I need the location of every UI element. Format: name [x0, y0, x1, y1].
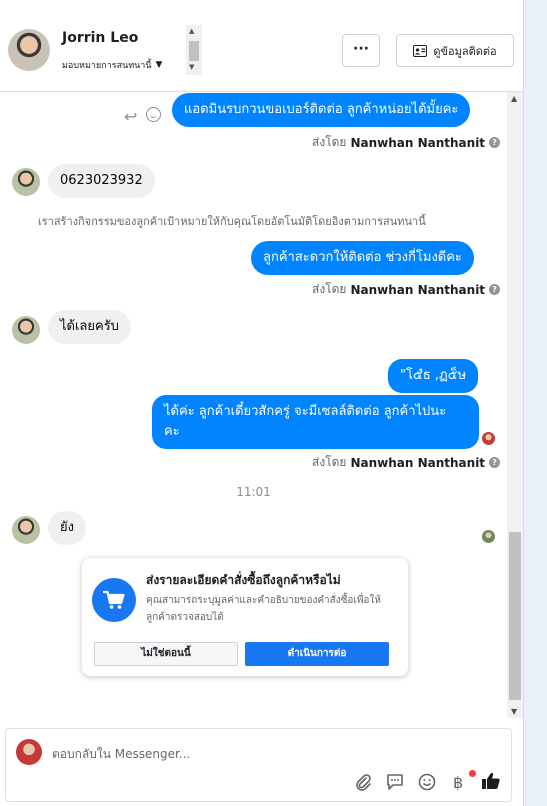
system-note: เราสร้างกิจกรรมของลูกค้าเป้าหมายให้กับคุ…	[38, 215, 426, 228]
view-contact-details-label: ดูข้อมูลติดต่อ	[433, 44, 497, 58]
assign-conversation-dropdown[interactable]: มอบหมายการสนทนานี้ ▼	[62, 58, 162, 72]
sender-name: Nanwhan Nanthanit	[350, 135, 486, 150]
assign-label: มอบหมายการสนทนานี้	[62, 61, 152, 71]
side-panel-edge	[523, 0, 547, 806]
conversation-scrollbar[interactable]: ▲ ▼	[507, 92, 523, 718]
more-options-button[interactable]: ···	[342, 34, 380, 67]
incoming-message[interactable]: ยัง	[48, 511, 86, 545]
notification-dot	[469, 770, 476, 777]
message-line: คะ	[164, 424, 180, 439]
outgoing-message[interactable]: ลูกค้าสะดวกให้ติดต่อ ช่วงกี่โมงดีคะ	[251, 241, 474, 275]
outgoing-message[interactable]: "โ๕ํธ ,ฏ๕็ษ	[388, 359, 479, 393]
header-mini-scrollbar[interactable]: ▲ ▼	[186, 25, 202, 75]
emoji-icon[interactable]	[418, 773, 436, 791]
contact-card-icon	[413, 44, 428, 57]
scroll-up-arrow-icon[interactable]: ▲	[511, 94, 517, 103]
like-icon[interactable]	[481, 771, 501, 791]
help-icon[interactable]: ?	[489, 137, 501, 148]
sender-name: Nanwhan Nanthanit	[350, 282, 486, 297]
outgoing-message[interactable]: แอดมินรบกวนขอเบอร์ติดต่อ ลูกค้าหน่อยได้ม…	[172, 93, 471, 127]
view-contact-details-button[interactable]: ดูข้อมูลติดต่อ	[396, 34, 514, 67]
not-now-button[interactable]: ไม่ใช่ตอนนี้	[94, 642, 238, 666]
scroll-down-arrow-icon[interactable]: ▼	[189, 63, 194, 71]
smile-icon[interactable]	[146, 107, 161, 122]
continue-button[interactable]: ดำเนินการต่อ	[245, 642, 389, 666]
order-prompt-description: คุณสามารถระบุมูลค่าและคำอธิบายของคำสั่งซ…	[146, 595, 381, 623]
sender-name: Nanwhan Nanthanit	[350, 455, 486, 470]
conversation-header: Jorrin Leo มอบหมายการสนทนานี้ ▼ ▲ ▼ ··· …	[0, 0, 523, 92]
message-composer: ตอบกลับใน Messenger... ฿	[5, 728, 512, 802]
page-avatar	[16, 739, 42, 765]
baht-payment-icon[interactable]: ฿	[453, 773, 463, 792]
caret-down-icon: ▼	[155, 60, 163, 70]
outgoing-message[interactable]: ได้ค่ะ ลูกค้าเดี๋ยวสักครู่ จะมีเซลล์ติดต…	[152, 395, 479, 449]
reply-input[interactable]: ตอบกลับใน Messenger...	[52, 745, 190, 764]
help-icon[interactable]: ?	[489, 457, 501, 468]
contact-name[interactable]: Jorrin Leo	[62, 30, 138, 46]
cart-icon	[92, 578, 136, 622]
scrollbar-thumb[interactable]	[509, 532, 521, 700]
contact-avatar	[12, 316, 40, 344]
scrollbar-thumb[interactable]	[189, 41, 199, 61]
sent-by-prefix: ส่งโดย	[312, 135, 347, 149]
message-line: ได้ค่ะ ลูกค้าเดี๋ยวสักครู่ จะมีเซลล์ติดต…	[164, 404, 447, 419]
sticker-icon[interactable]	[386, 773, 404, 791]
help-icon[interactable]: ?	[489, 284, 501, 295]
incoming-message[interactable]: ได้เลยครับ	[48, 310, 131, 344]
attach-icon[interactable]	[354, 773, 372, 791]
order-prompt-title: ส่งรายละเอียดคำสั่งซื้อถึงลูกค้าหรือไม่	[146, 573, 341, 587]
scroll-up-arrow-icon[interactable]: ▲	[189, 27, 194, 35]
reply-icon[interactable]: ↩	[124, 107, 137, 126]
seen-avatar	[482, 432, 495, 445]
seen-avatar	[482, 530, 495, 543]
sent-by-label: ส่งโดย Nanwhan Nanthanit ?	[312, 280, 501, 299]
order-details-prompt: ส่งรายละเอียดคำสั่งซื้อถึงลูกค้าหรือไม่ …	[82, 558, 408, 676]
timestamp-separator: 11:01	[236, 485, 271, 499]
sent-by-label: ส่งโดย Nanwhan Nanthanit ?	[312, 453, 501, 472]
contact-avatar	[12, 168, 40, 196]
sent-by-prefix: ส่งโดย	[312, 282, 347, 296]
sent-by-prefix: ส่งโดย	[312, 455, 347, 469]
scroll-down-arrow-icon[interactable]: ▼	[511, 707, 517, 716]
sent-by-label: ส่งโดย Nanwhan Nanthanit ?	[312, 133, 501, 152]
contact-avatar	[12, 516, 40, 544]
incoming-message[interactable]: 0623023932	[48, 164, 155, 198]
contact-avatar[interactable]	[8, 29, 50, 71]
